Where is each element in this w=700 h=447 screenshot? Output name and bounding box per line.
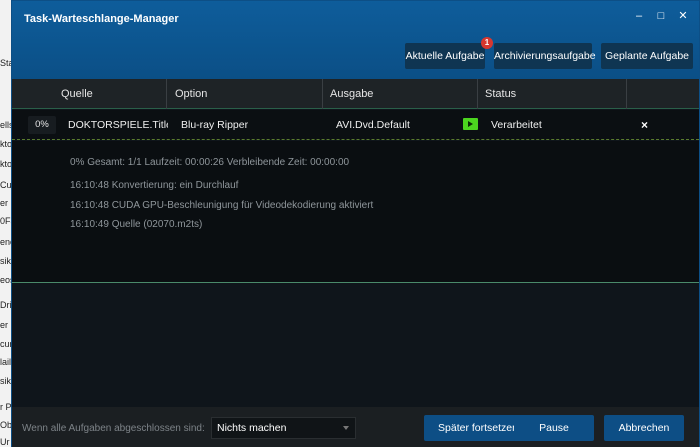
task-queue-window: Task-Warteschlange-Manager – □ ✕ Aktuell… bbox=[11, 0, 700, 447]
background-text: sik bbox=[0, 256, 11, 266]
tab-archive-task[interactable]: Archivierungsaufgabe bbox=[494, 43, 596, 69]
progress-badge: 0% bbox=[28, 116, 56, 134]
maximize-icon[interactable]: □ bbox=[654, 9, 668, 23]
when-done-label: Wenn alle Aufgaben abgeschlossen sind: bbox=[22, 423, 205, 434]
details-summary: 0% Gesamt: 1/1 Laufzeit: 00:00:26 Verble… bbox=[70, 157, 350, 168]
task-details-panel: 0% Gesamt: 1/1 Laufzeit: 00:00:26 Verble… bbox=[12, 141, 699, 283]
column-header-source[interactable]: Quelle bbox=[12, 79, 167, 109]
chevron-down-icon bbox=[343, 426, 349, 430]
table-header: Quelle Option Ausgabe Status bbox=[12, 79, 699, 109]
cancel-button[interactable]: Abbrechen bbox=[604, 415, 684, 441]
footer-bar: Wenn alle Aufgaben abgeschlossen sind: N… bbox=[12, 407, 699, 447]
background-text: sik bbox=[0, 376, 11, 386]
background-text: er bbox=[0, 320, 9, 330]
row-output: AVI.Dvd.Default bbox=[336, 119, 410, 131]
log-line: 16:10:48 CUDA GPU-Beschleunigung für Vid… bbox=[70, 200, 374, 211]
row-option: Blu-ray Ripper bbox=[181, 119, 249, 131]
column-header-option[interactable]: Option bbox=[167, 79, 323, 109]
minimize-icon[interactable]: – bbox=[632, 9, 646, 23]
row-source: DOKTORSPIELE.Title8 bbox=[68, 119, 168, 131]
background-text: r P bbox=[0, 402, 12, 412]
play-icon[interactable] bbox=[463, 118, 478, 130]
column-header-output[interactable]: Ausgabe bbox=[323, 79, 478, 109]
when-done-value: Nichts machen bbox=[217, 422, 287, 434]
background-text: lail bbox=[0, 357, 12, 367]
pause-button[interactable]: Pause bbox=[514, 415, 594, 441]
notification-badge: 1 bbox=[481, 37, 493, 49]
table-row[interactable]: 0% DOKTORSPIELE.Title8 Blu-ray Ripper AV… bbox=[12, 110, 699, 140]
tab-current-task[interactable]: Aktuelle Aufgabe bbox=[405, 43, 485, 69]
tab-scheduled-task[interactable]: Geplante Aufgabe bbox=[601, 43, 693, 69]
remove-task-icon[interactable]: × bbox=[641, 110, 648, 140]
window-title: Task-Warteschlange-Manager bbox=[24, 13, 179, 25]
background-text: er bbox=[0, 198, 9, 208]
background-text: Ur bbox=[0, 437, 10, 447]
log-line: 16:10:49 Quelle (02070.m2ts) bbox=[70, 219, 203, 230]
title-bar: Task-Warteschlange-Manager – □ ✕ Aktuell… bbox=[12, 1, 699, 79]
row-status: Verarbeitet bbox=[491, 119, 542, 131]
close-icon[interactable]: ✕ bbox=[676, 9, 690, 23]
log-line: 16:10:48 Konvertierung: ein Durchlauf bbox=[70, 180, 239, 191]
when-done-select[interactable]: Nichts machen bbox=[211, 417, 356, 439]
column-header-actions bbox=[627, 79, 699, 109]
column-header-status[interactable]: Status bbox=[478, 79, 627, 109]
